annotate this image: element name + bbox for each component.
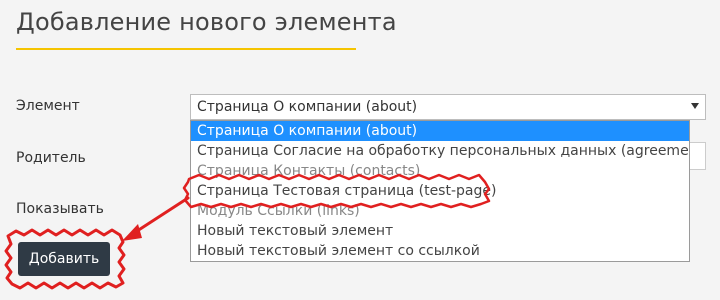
title-underline <box>16 48 356 50</box>
dropdown-option[interactable]: Новый текстовый элемент со ссылкой <box>191 241 689 261</box>
dropdown-option-label: Страница Контакты (contacts) <box>197 163 421 179</box>
dropdown-option-highlighted[interactable]: Страница Тестовая страница (test-page) <box>191 181 689 201</box>
dropdown-option[interactable]: Страница О компании (about) <box>191 121 689 141</box>
element-label: Элемент <box>16 98 80 114</box>
parent-label: Родитель <box>16 150 86 166</box>
element-select[interactable]: Страница О компании (about) <box>190 94 706 120</box>
dropdown-option[interactable]: Модуль Ссылки (links) <box>191 201 689 221</box>
dropdown-option[interactable]: Новый текстовый элемент <box>191 221 689 241</box>
dropdown-option[interactable]: Страница Согласие на обработку персональ… <box>191 141 689 161</box>
add-button[interactable]: Добавить <box>18 242 110 276</box>
page-title: Добавление нового элемента <box>16 8 397 36</box>
element-dropdown-list: Страница О компании (about) Страница Сог… <box>190 120 690 262</box>
chevron-down-icon <box>691 103 699 109</box>
show-label: Показывать <box>16 201 104 217</box>
element-select-value: Страница О компании (about) <box>197 99 418 115</box>
dropdown-option[interactable]: Страница Контакты (contacts) <box>191 161 689 181</box>
